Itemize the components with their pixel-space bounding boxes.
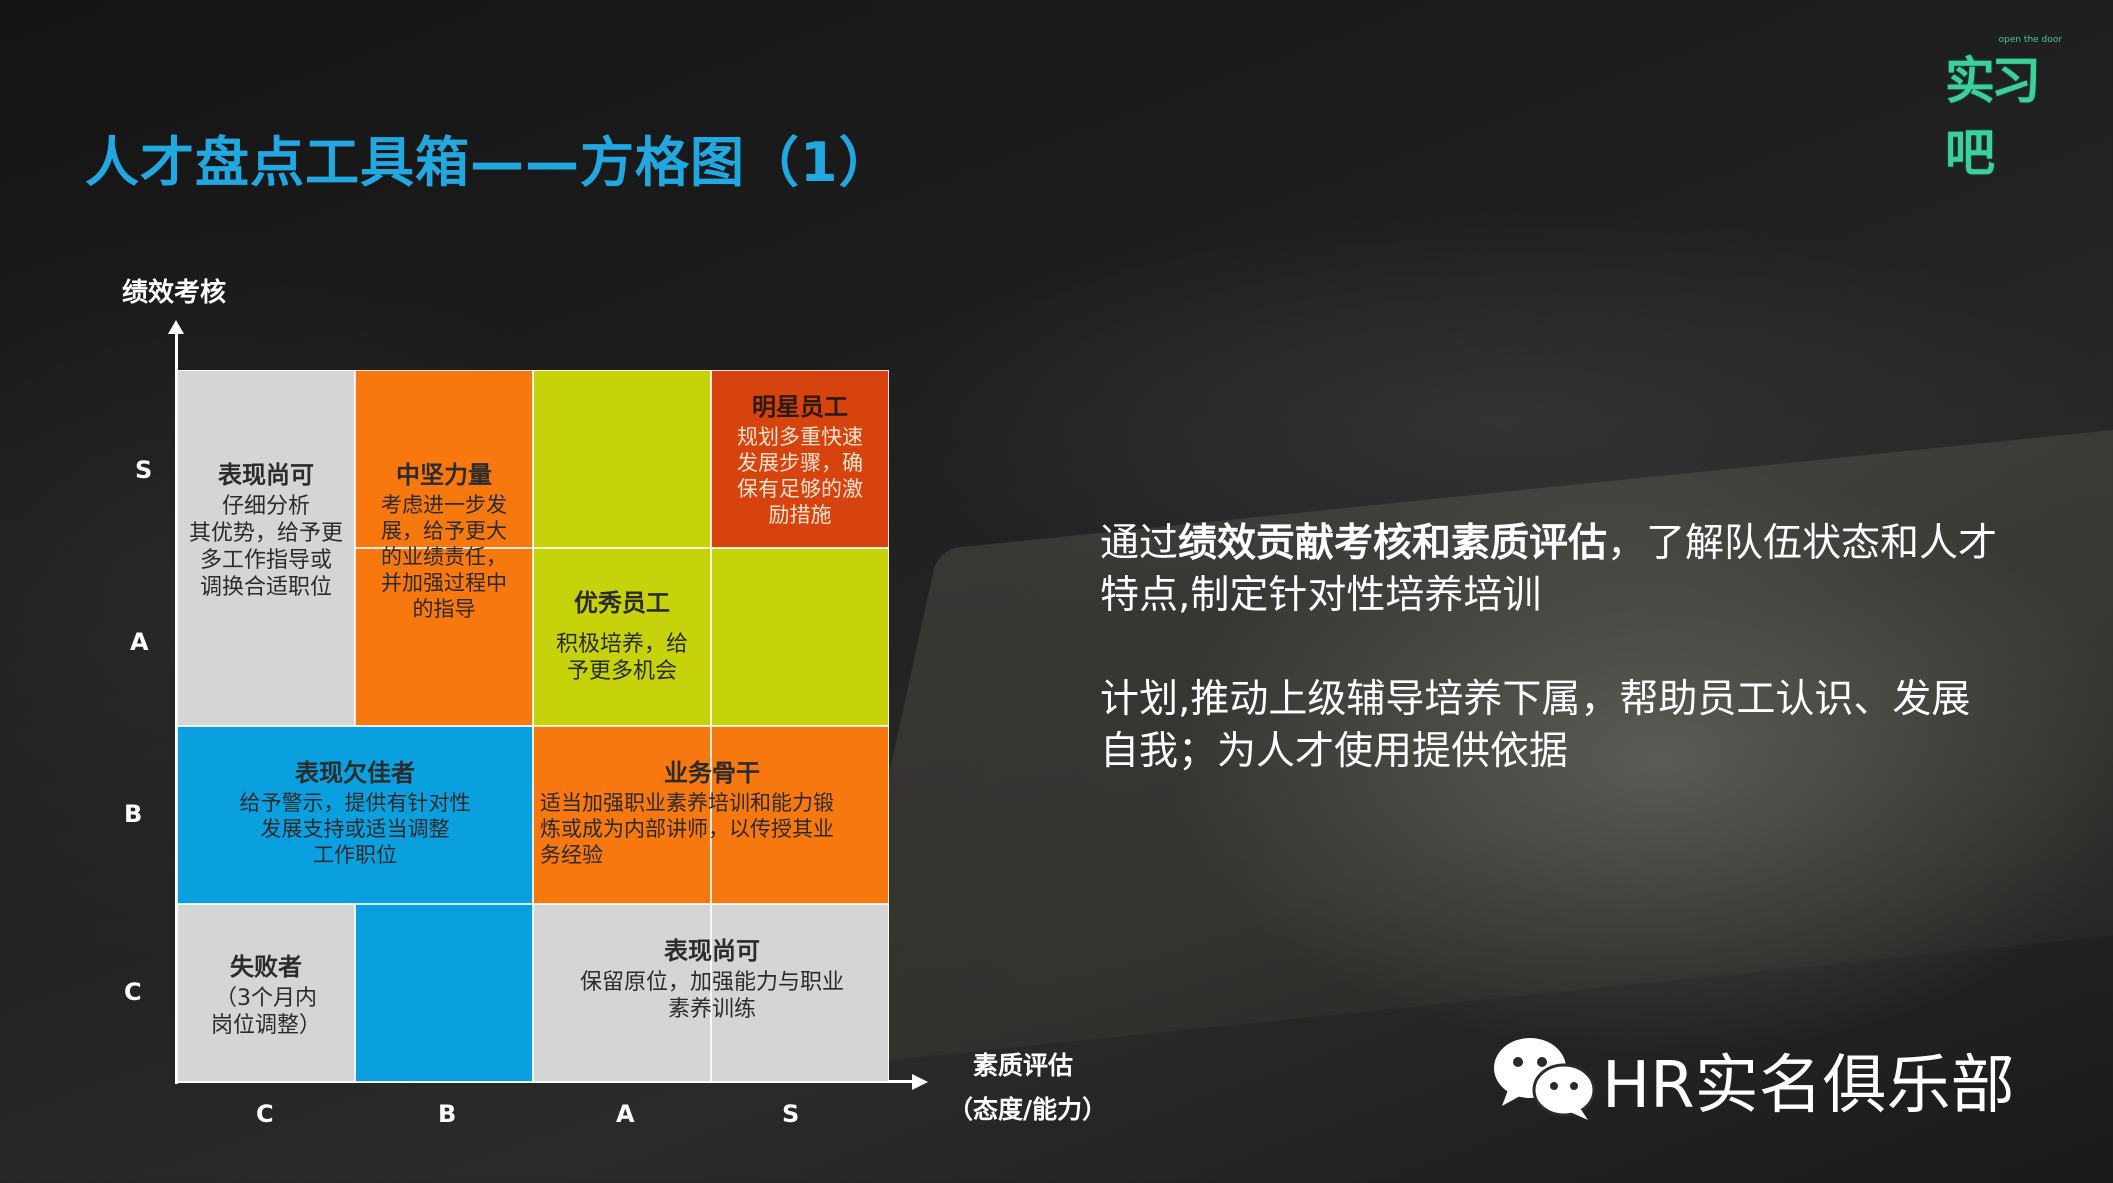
block-shibai: 失败者 （3个月内 岗位调整） (180, 954, 352, 1039)
block-biaoxian-bottom: 表现尚可 保留原位，加强能力与职业 素养训练 (540, 938, 884, 1023)
block-line: 保有足够的激 (737, 477, 863, 501)
block-line: 发展支持或适当调整 (260, 817, 450, 841)
y-tick-c: C (124, 978, 142, 1006)
block-line: 保留原位，加强能力与职业 (579, 970, 844, 995)
block-qianjia: 表现欠佳者 给予警示，提供有针对性 发展支持或适当调整 工作职位 (180, 760, 530, 868)
x-tick-c: C (256, 1100, 274, 1128)
block-line: 给予警示，提供有针对性 (239, 791, 471, 815)
block-gugan: 业务骨干 适当加强职业素养培训和能力锻 炼或成为内部讲师，以传授其业 务经验 (540, 760, 884, 868)
block-title: 优秀员工 (574, 589, 670, 617)
block-line: 规划多重快速 (737, 425, 863, 449)
x-tick-s: S (782, 1100, 800, 1128)
block-line: 素养训练 (667, 997, 756, 1022)
block-line: 发展步骤，确 (737, 451, 863, 475)
block-line: 考虑进一步发 (381, 493, 507, 517)
block-title: 业务骨干 (664, 759, 760, 787)
block-title: 表现尚可 (664, 937, 760, 965)
x-axis-label: 素质评估 (973, 1051, 1074, 1080)
x-tick-a: A (616, 1100, 635, 1128)
cell-lime-a-s (533, 370, 711, 548)
y-tick-a: A (130, 628, 149, 656)
block-line: 其优势，给予更 (188, 521, 343, 546)
block-line: 仔细分析 (221, 494, 310, 519)
block-zhongjian: 中坚力量 考虑进一步发 展，给予更大 的业绩责任， 并加强过程中 的指导 (358, 462, 530, 622)
brand-name: HR实名俱乐部 (1602, 1049, 2015, 1123)
paragraph-1-bold: 绩效贡献考核和素质评估 (1178, 521, 1608, 566)
block-line: 的指导 (412, 597, 476, 621)
block-line: 的业绩责任， (381, 545, 507, 569)
y-axis-label: 绩效考核 (122, 278, 227, 308)
y-tick-s: S (135, 456, 153, 484)
y-axis-arrow-icon (168, 320, 184, 334)
brand-logo: open the door 实习吧 (1945, 35, 2070, 182)
block-line: 积极培养，给 (555, 632, 688, 657)
block-title: 表现欠佳者 (295, 759, 415, 787)
slide-title: 人才盘点工具箱——方格图（1） (85, 131, 894, 194)
y-tick-b: B (124, 800, 143, 828)
cell-lime-s-a (711, 548, 889, 726)
block-line: （3个月内 (215, 986, 317, 1011)
block-line: 岗位调整） (210, 1013, 321, 1038)
block-title: 表现尚可 (218, 461, 314, 489)
block-line: 调换合适职位 (199, 575, 332, 600)
x-axis-arrow-icon (912, 1074, 928, 1090)
block-title: 中坚力量 (396, 461, 492, 489)
logo-text: 实习吧 (1945, 52, 2041, 182)
block-line: 适当加强职业素养培训和能力锻 (540, 791, 834, 815)
block-line: 并加强过程中 (381, 571, 507, 595)
block-biaoxian-top: 表现尚可 仔细分析 其优势，给予更 多工作指导或 调换合适职位 (180, 462, 352, 601)
block-line: 多工作指导或 (199, 548, 332, 573)
paragraph-1-pre: 通过 (1100, 521, 1179, 566)
block-title: 失败者 (230, 953, 302, 981)
paragraph-1: 通过绩效贡献考核和素质评估，了解队伍状态和人才特点,制定针对性培养培训 (1100, 518, 2000, 622)
block-line: 炼或成为内部讲师，以传授其业 (540, 817, 834, 841)
x-axis-sublabel: （态度/能力） (948, 1095, 1108, 1124)
block-line: 展，给予更大 (381, 519, 507, 543)
paragraph-2: 计划,推动上级辅导培养下属，帮助员工认识、发展自我；为人才使用提供依据 (1100, 677, 1971, 774)
block-line: 予更多机会 (566, 659, 677, 684)
block-title: 明星员工 (752, 393, 848, 421)
block-line: 工作职位 (313, 843, 397, 867)
x-tick-b: B (438, 1100, 457, 1128)
wechat-icon (1494, 1038, 1596, 1120)
block-line: 励措施 (768, 503, 832, 527)
block-mingxing: 明星员工 规划多重快速 发展步骤，确 保有足够的激 励措施 (714, 394, 886, 528)
block-line: 务经验 (540, 843, 603, 867)
block-youxiu: 优秀员工 积极培养，给 予更多机会 (536, 590, 708, 685)
cell-blue-b-c (355, 904, 533, 1082)
